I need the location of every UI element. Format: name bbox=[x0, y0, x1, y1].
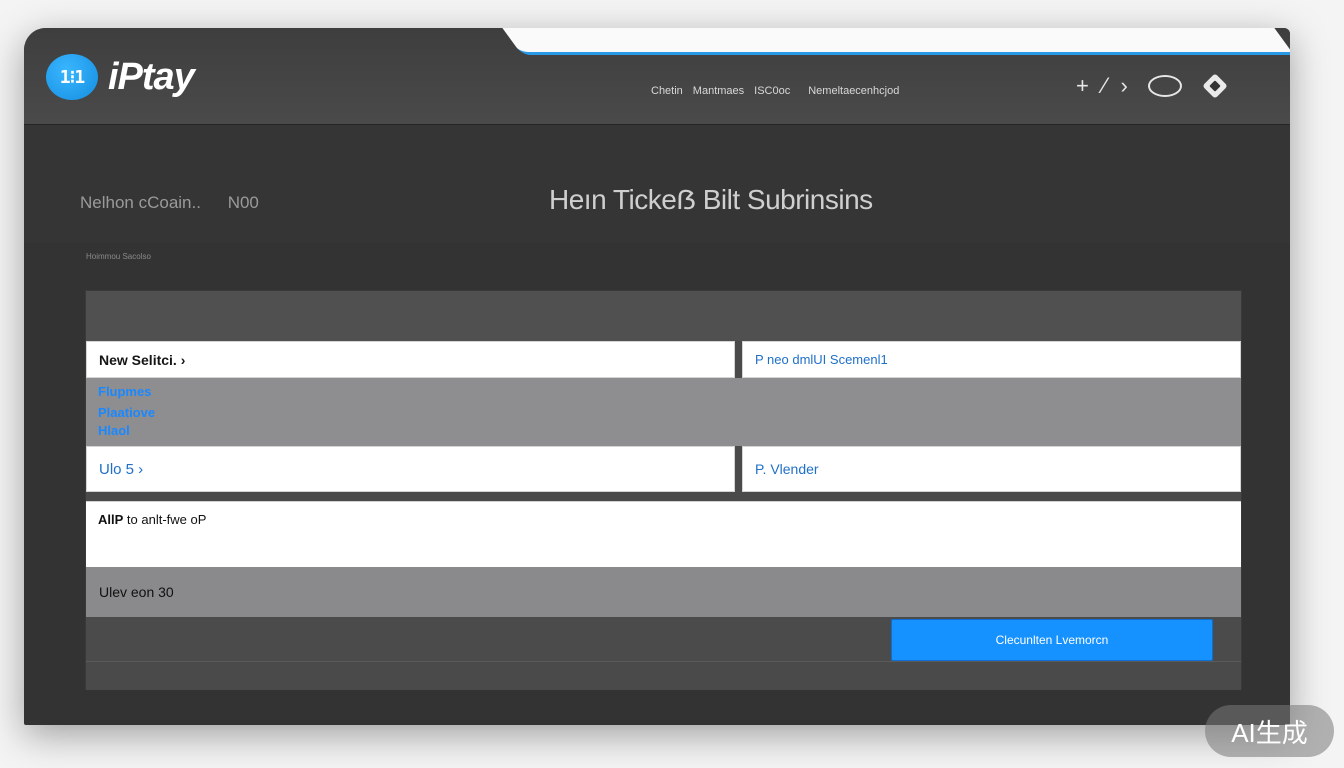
plus-icon[interactable]: + bbox=[1076, 72, 1089, 100]
textarea-label: AllP bbox=[98, 512, 124, 527]
option-list: Flupmes Plaatiove Hlaol bbox=[86, 378, 1241, 446]
subject-field[interactable]: P neo dmlUI Scemenl1 bbox=[742, 341, 1241, 378]
tag-icon[interactable]: › bbox=[1121, 72, 1128, 100]
submit-button[interactable]: Clecunlten Lvemorcn bbox=[891, 619, 1213, 661]
logo-icon: 1⁝1 bbox=[46, 54, 98, 100]
logo-text: iPtay bbox=[108, 55, 195, 98]
ai-watermark: AI生成 bbox=[1205, 705, 1334, 757]
description-textarea[interactable]: AllP to anlt-fwe oP bbox=[86, 501, 1241, 567]
page-header: Nelhon cCoain.. N00 Heın Tickeẞ Bilt Sub… bbox=[24, 125, 1290, 243]
level-row-text: Ulev eon 30 bbox=[99, 584, 174, 600]
accent-strip bbox=[500, 28, 1290, 55]
new-select-label: New Selitci. › bbox=[99, 351, 186, 368]
level-row[interactable]: Ulev eon 30 bbox=[86, 567, 1241, 617]
top-nav: Chetin Mantmaes ISC0oc Nemeltaecenhcjod bbox=[651, 85, 899, 97]
option-item-flupmes[interactable]: Flupmes bbox=[98, 384, 151, 399]
subject-field-placeholder: P neo dmlUI Scemenl1 bbox=[755, 352, 888, 367]
nav-link-mantmaes[interactable]: Mantmaes bbox=[693, 85, 744, 97]
header-left: Nelhon cCoain.. N00 bbox=[80, 193, 259, 213]
header-left-count: N00 bbox=[227, 193, 259, 212]
logo[interactable]: 1⁝1 iPtay bbox=[46, 54, 195, 100]
cloud-icon[interactable] bbox=[1147, 75, 1182, 97]
uld-field-value: Ulo 5 › bbox=[99, 460, 144, 478]
option-item-plaatiove[interactable]: Plaatiove bbox=[98, 405, 155, 420]
textarea-text: to anlt-fwe oP bbox=[126, 512, 207, 527]
pen-icon[interactable]: ⁄ bbox=[1103, 72, 1107, 100]
app-window: 1⁝1 iPtay Chetin Mantmaes ISC0oc Nemelta… bbox=[24, 28, 1290, 725]
uld-field[interactable]: Ulo 5 › bbox=[86, 446, 735, 492]
new-select-field[interactable]: New Selitci. › bbox=[86, 341, 735, 378]
header-left-label[interactable]: Nelhon cCoain.. bbox=[80, 193, 201, 212]
nav-link-nemeltaecenhcjod[interactable]: Nemeltaecenhcjod bbox=[808, 85, 899, 97]
vendor-field-placeholder: P. Vlender bbox=[755, 461, 819, 477]
ticket-form-panel: New Selitci. › P neo dmlUI Scemenl1 Flup… bbox=[85, 290, 1242, 690]
page-title: Heın Tickeẞ Bilt Subrinsins bbox=[549, 184, 873, 215]
option-item-hlaol[interactable]: Hlaol bbox=[98, 423, 130, 438]
vendor-field[interactable]: P. Vlender bbox=[742, 446, 1241, 492]
toolbar-icons: + ⁄ › bbox=[1076, 72, 1228, 100]
nav-link-isc0oc[interactable]: ISC0oc bbox=[754, 85, 790, 97]
footer-divider bbox=[86, 661, 1241, 690]
breadcrumb[interactable]: Hoimmou Sacolso bbox=[86, 252, 151, 261]
diamond-icon[interactable] bbox=[1202, 73, 1228, 99]
nav-link-chetin[interactable]: Chetin bbox=[651, 85, 683, 97]
top-bar: 1⁝1 iPtay Chetin Mantmaes ISC0oc Nemelta… bbox=[24, 28, 1290, 125]
panel-header bbox=[86, 291, 1241, 341]
